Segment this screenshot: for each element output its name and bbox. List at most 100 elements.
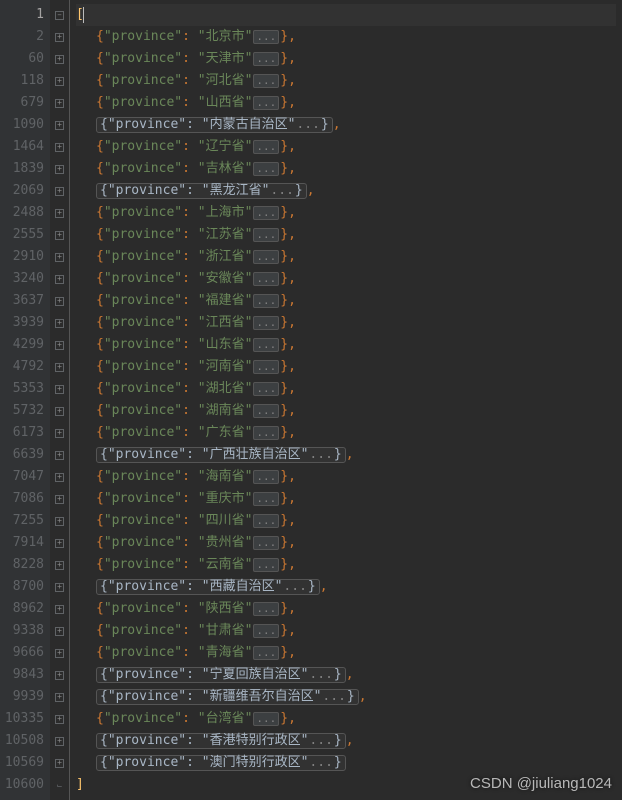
fold-toggle-icon[interactable] <box>50 290 69 312</box>
fold-toggle-icon[interactable] <box>50 26 69 48</box>
fold-toggle-icon[interactable] <box>50 510 69 532</box>
code-line[interactable]: {"province": "陕西省"...}, <box>76 598 616 620</box>
code-line[interactable]: {"province": "云南省"...}, <box>76 554 616 576</box>
fold-toggle-icon[interactable] <box>50 180 69 202</box>
code-line[interactable]: {"province": "辽宁省"...}, <box>76 136 616 158</box>
code-line[interactable]: {"province": "青海省"...}, <box>76 642 616 664</box>
ellipsis-fold-icon[interactable]: ... <box>253 558 279 572</box>
code-line[interactable]: {"province": "山西省"...}, <box>76 92 616 114</box>
code-line[interactable]: {"province": "黑龙江省"...}, <box>76 180 616 202</box>
fold-toggle-icon[interactable] <box>50 48 69 70</box>
fold-toggle-icon[interactable] <box>50 4 69 26</box>
fold-toggle-icon[interactable] <box>50 708 69 730</box>
code-line[interactable]: {"province": "四川省"...}, <box>76 510 616 532</box>
code-line[interactable]: {"province": "北京市"...}, <box>76 26 616 48</box>
code-line[interactable]: {"province": "安徽省"...}, <box>76 268 616 290</box>
fold-toggle-icon[interactable] <box>50 422 69 444</box>
fold-toggle-icon[interactable] <box>50 378 69 400</box>
fold-toggle-icon[interactable] <box>50 92 69 114</box>
fold-toggle-icon[interactable] <box>50 620 69 642</box>
ellipsis-fold-icon[interactable]: ... <box>253 250 279 264</box>
ellipsis-fold-icon[interactable]: ... <box>253 426 279 440</box>
code-line[interactable]: {"province": "西藏自治区"...}, <box>76 576 616 598</box>
fold-toggle-icon[interactable] <box>50 642 69 664</box>
code-line[interactable]: {"province": "湖北省"...}, <box>76 378 616 400</box>
code-line[interactable]: {"province": "澳门特别行政区"...} <box>76 752 616 774</box>
ellipsis-fold-icon[interactable]: ... <box>253 338 279 352</box>
fold-toggle-icon[interactable] <box>50 202 69 224</box>
ellipsis-fold-icon[interactable]: ... <box>253 140 279 154</box>
code-line[interactable]: {"province": "河南省"...}, <box>76 356 616 378</box>
folded-object[interactable]: {"province": "新疆维吾尔自治区"...} <box>96 689 359 705</box>
fold-toggle-icon[interactable] <box>50 752 69 774</box>
code-line[interactable]: {"province": "内蒙古自治区"...}, <box>76 114 616 136</box>
ellipsis-fold-icon[interactable]: ... <box>253 492 279 506</box>
fold-toggle-icon[interactable] <box>50 70 69 92</box>
ellipsis-fold-icon[interactable]: ... <box>253 30 279 44</box>
code-line[interactable]: {"province": "河北省"...}, <box>76 70 616 92</box>
folded-object[interactable]: {"province": "澳门特别行政区"...} <box>96 755 346 771</box>
fold-toggle-icon[interactable] <box>50 532 69 554</box>
code-line[interactable]: {"province": "贵州省"...}, <box>76 532 616 554</box>
code-line[interactable]: {"province": "甘肃省"...}, <box>76 620 616 642</box>
code-line[interactable]: {"province": "重庆市"...}, <box>76 488 616 510</box>
ellipsis-fold-icon[interactable]: ... <box>253 316 279 330</box>
ellipsis-fold-icon[interactable]: ... <box>253 294 279 308</box>
fold-toggle-icon[interactable] <box>50 466 69 488</box>
ellipsis-fold-icon[interactable]: ... <box>253 74 279 88</box>
ellipsis-fold-icon[interactable]: ... <box>253 404 279 418</box>
fold-toggle-icon[interactable]: ⌐ <box>50 774 69 796</box>
fold-toggle-icon[interactable] <box>50 576 69 598</box>
folded-object[interactable]: {"province": "广西壮族自治区"...} <box>96 447 346 463</box>
ellipsis-fold-icon[interactable]: ... <box>253 602 279 616</box>
folded-object[interactable]: {"province": "香港特别行政区"...} <box>96 733 346 749</box>
fold-toggle-icon[interactable] <box>50 224 69 246</box>
code-line[interactable]: {"province": "宁夏回族自治区"...}, <box>76 664 616 686</box>
ellipsis-fold-icon[interactable]: ... <box>253 228 279 242</box>
ellipsis-fold-icon[interactable]: ... <box>253 514 279 528</box>
ellipsis-fold-icon[interactable]: ... <box>253 382 279 396</box>
fold-toggle-icon[interactable] <box>50 686 69 708</box>
fold-toggle-icon[interactable] <box>50 444 69 466</box>
code-line[interactable]: {"province": "广东省"...}, <box>76 422 616 444</box>
code-line[interactable]: {"province": "山东省"...}, <box>76 334 616 356</box>
fold-toggle-icon[interactable] <box>50 114 69 136</box>
fold-toggle-icon[interactable] <box>50 598 69 620</box>
fold-toggle-icon[interactable] <box>50 312 69 334</box>
ellipsis-fold-icon[interactable]: ... <box>253 272 279 286</box>
ellipsis-fold-icon[interactable]: ... <box>253 162 279 176</box>
ellipsis-fold-icon[interactable]: ... <box>253 52 279 66</box>
code-line[interactable]: {"province": "福建省"...}, <box>76 290 616 312</box>
fold-toggle-icon[interactable] <box>50 246 69 268</box>
code-line[interactable]: {"province": "湖南省"...}, <box>76 400 616 422</box>
code-line[interactable]: [ <box>76 4 616 26</box>
folded-object[interactable]: {"province": "西藏自治区"...} <box>96 579 320 595</box>
code-line[interactable]: {"province": "新疆维吾尔自治区"...}, <box>76 686 616 708</box>
fold-toggle-icon[interactable] <box>50 730 69 752</box>
code-line[interactable]: {"province": "江苏省"...}, <box>76 224 616 246</box>
fold-toggle-icon[interactable] <box>50 356 69 378</box>
ellipsis-fold-icon[interactable]: ... <box>253 624 279 638</box>
fold-toggle-icon[interactable] <box>50 268 69 290</box>
code-line[interactable]: {"province": "浙江省"...}, <box>76 246 616 268</box>
code-line[interactable]: {"province": "上海市"...}, <box>76 202 616 224</box>
folded-object[interactable]: {"province": "黑龙江省"...} <box>96 183 307 199</box>
ellipsis-fold-icon[interactable]: ... <box>253 206 279 220</box>
folded-object[interactable]: {"province": "内蒙古自治区"...} <box>96 117 333 133</box>
code-editor[interactable]: 1260118679109014641839206924882555291032… <box>0 0 622 800</box>
fold-toggle-icon[interactable] <box>50 554 69 576</box>
fold-toggle-icon[interactable] <box>50 664 69 686</box>
code-line[interactable]: {"province": "广西壮族自治区"...}, <box>76 444 616 466</box>
ellipsis-fold-icon[interactable]: ... <box>253 712 279 726</box>
code-line[interactable]: {"province": "江西省"...}, <box>76 312 616 334</box>
code-line[interactable]: {"province": "天津市"...}, <box>76 48 616 70</box>
fold-toggle-icon[interactable] <box>50 334 69 356</box>
ellipsis-fold-icon[interactable]: ... <box>253 646 279 660</box>
ellipsis-fold-icon[interactable]: ... <box>253 360 279 374</box>
folded-object[interactable]: {"province": "宁夏回族自治区"...} <box>96 667 346 683</box>
fold-toggle-icon[interactable] <box>50 158 69 180</box>
code-line[interactable]: {"province": "海南省"...}, <box>76 466 616 488</box>
ellipsis-fold-icon[interactable]: ... <box>253 470 279 484</box>
fold-toggle-icon[interactable] <box>50 136 69 158</box>
code-line[interactable]: {"province": "台湾省"...}, <box>76 708 616 730</box>
